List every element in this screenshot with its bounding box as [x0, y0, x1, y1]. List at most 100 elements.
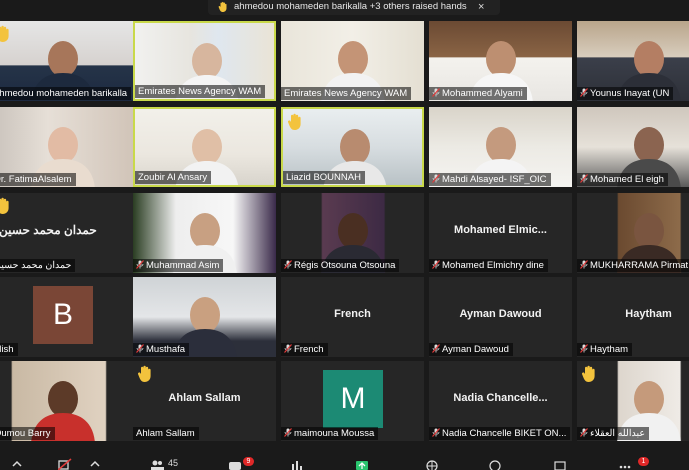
- participant-name: Emirates News Agency WAM: [284, 88, 408, 99]
- muted-mic-icon: [284, 428, 294, 439]
- reactions-icon[interactable]: [488, 458, 502, 470]
- participant-name-label: ahmedou mohameden barikalla: [0, 87, 132, 100]
- more-badge: 1: [638, 457, 649, 466]
- participant-name: Mohamed El eigh: [590, 174, 664, 185]
- raised-hand-icon: [581, 365, 597, 383]
- close-notification-button[interactable]: ×: [478, 0, 484, 14]
- participant-name-label: Musthafa: [133, 343, 190, 356]
- participant-name-label: Emirates News Agency WAM: [281, 87, 412, 100]
- share-screen-icon[interactable]: [355, 458, 369, 470]
- participant-tile[interactable]: MUKHARRAMA Pirmat: [577, 193, 689, 273]
- participant-tile[interactable]: Oumou Barry: [0, 361, 134, 441]
- participant-name-label: Mohammed Alyami: [429, 87, 527, 100]
- participant-name: ahmedou mohameden barikalla: [0, 88, 128, 99]
- participant-tile[interactable]: Mahdi Alsayed- ISF_OIC: [429, 107, 572, 187]
- participant-name: glish: [0, 344, 14, 355]
- participant-tile[interactable]: Haytham Haytham: [577, 277, 689, 357]
- muted-mic-icon: [580, 428, 590, 439]
- muted-mic-icon: [284, 260, 294, 271]
- participant-name: Liazid BOUNNAH: [286, 172, 361, 183]
- chevron-up-icon[interactable]: [88, 458, 102, 470]
- participant-tile[interactable]: Ayman Dawoud Ayman Dawoud: [429, 277, 572, 357]
- stop-video-icon[interactable]: [58, 458, 72, 470]
- participant-name-label: Zoubir Al Ansary: [135, 171, 212, 184]
- participant-tile[interactable]: Emirates News Agency WAM: [281, 21, 424, 101]
- participant-tile[interactable]: Emirates News Agency WAM: [133, 21, 276, 101]
- participant-name: Ayman Dawoud: [442, 344, 509, 355]
- participants-icon[interactable]: [150, 458, 164, 470]
- muted-mic-icon: [580, 174, 590, 185]
- participant-name: Mohammed Alyami: [442, 88, 523, 99]
- apps-icon[interactable]: [553, 458, 567, 470]
- participant-name: Younus Inayat (UN: [590, 88, 670, 99]
- participant-name: Haytham: [590, 344, 629, 355]
- participant-tile[interactable]: Muhammad Asim: [133, 193, 276, 273]
- participant-display-name: Haytham: [625, 308, 672, 320]
- participant-name-label: Mohamed Elmichry dine: [429, 259, 548, 272]
- participant-name: Zoubir Al Ansary: [138, 172, 208, 183]
- participant-name: Musthafa: [146, 344, 186, 355]
- participant-tile[interactable]: Younus Inayat (UN: [577, 21, 689, 101]
- participant-tile[interactable]: Mohamed Elmic... Mohamed Elmichry dine: [429, 193, 572, 273]
- more-icon[interactable]: [618, 458, 632, 470]
- hand-raise-notification[interactable]: ahmedou mohameden barikalla +3 others ra…: [208, 0, 500, 15]
- participant-display-name: حمدان محمد حسين: [0, 223, 97, 237]
- muted-mic-icon: [432, 174, 442, 185]
- raised-hand-icon: [0, 25, 11, 43]
- globe-icon[interactable]: [425, 458, 439, 470]
- participant-display-name: Nadia Chancelle...: [453, 392, 548, 404]
- participant-name: حمدان محمد حسين: [0, 260, 72, 271]
- participant-tile[interactable]: ahmedou mohameden barikalla: [0, 21, 134, 101]
- participant-name-label: عبدالله العقلاء: [577, 427, 649, 440]
- participant-tile[interactable]: Zoubir Al Ansary: [133, 107, 276, 187]
- participant-tile[interactable]: حمدان محمد حسين حمدان محمد حسين: [0, 193, 134, 273]
- participant-name-label: Muhammad Asim: [133, 259, 224, 272]
- participant-tile[interactable]: Musthafa: [133, 277, 276, 357]
- participant-tile[interactable]: Ahlam Sallam Ahlam Sallam: [133, 361, 276, 441]
- participant-name: Régis Otsouna Otsouna: [294, 260, 396, 271]
- muted-mic-icon: [136, 260, 146, 271]
- raised-hand-icon: [287, 113, 303, 131]
- participant-name-label: Régis Otsouna Otsouna: [281, 259, 400, 272]
- chevron-up-icon[interactable]: [10, 458, 24, 470]
- participant-name-label: Ahlam Sallam: [133, 427, 199, 440]
- participant-display-name: Mohamed Elmic...: [454, 224, 547, 236]
- participant-tile[interactable]: Mohammed Alyami: [429, 21, 572, 101]
- participant-tile[interactable]: French French: [281, 277, 424, 357]
- chat-icon[interactable]: [228, 458, 242, 470]
- participant-avatar: B: [33, 286, 93, 344]
- muted-mic-icon: [580, 260, 590, 271]
- participant-name: Ahlam Sallam: [136, 428, 195, 439]
- participant-name-label: Ayman Dawoud: [429, 343, 513, 356]
- participant-name-label: Haytham: [577, 343, 633, 356]
- participant-name-label: Mohamed El eigh: [577, 173, 668, 186]
- participant-tile[interactable]: Bglish: [0, 277, 134, 357]
- participant-tile[interactable]: Dr. FatimaAlsalem: [0, 107, 134, 187]
- participant-tile[interactable]: Mmaimouna Moussa: [281, 361, 424, 441]
- participant-tile[interactable]: Liazid BOUNNAH: [281, 107, 424, 187]
- participant-name: MUKHARRAMA Pirmat: [590, 260, 689, 271]
- participant-name-label: Emirates News Agency WAM: [135, 85, 266, 98]
- muted-mic-icon: [580, 88, 590, 99]
- participant-tile[interactable]: Mohamed El eigh: [577, 107, 689, 187]
- participant-name: Dr. FatimaAlsalem: [0, 174, 72, 185]
- participant-name: Emirates News Agency WAM: [138, 86, 262, 97]
- participant-name-label: Oumou Barry: [0, 427, 55, 440]
- participant-name: French: [294, 344, 324, 355]
- participant-tile[interactable]: عبدالله العقلاء: [577, 361, 689, 441]
- participant-name-label: French: [281, 343, 328, 356]
- muted-mic-icon: [284, 344, 294, 355]
- participants-count: 45: [168, 458, 179, 468]
- participant-name: عبدالله العقلاء: [590, 428, 645, 439]
- polls-icon[interactable]: [290, 458, 304, 470]
- participant-tile[interactable]: Régis Otsouna Otsouna: [281, 193, 424, 273]
- participant-display-name: Ayman Dawoud: [459, 308, 542, 320]
- notification-text: ahmedou mohameden barikalla +3 others ra…: [234, 1, 467, 12]
- participant-tile[interactable]: Nadia Chancelle... Nadia Chancelle BIKET …: [429, 361, 572, 441]
- participant-name: maimouna Moussa: [294, 428, 375, 439]
- raised-hand-icon: [0, 197, 11, 215]
- participant-name-label: Dr. FatimaAlsalem: [0, 173, 76, 186]
- participant-display-name: Ahlam Sallam: [168, 392, 241, 404]
- participant-name: Oumou Barry: [0, 428, 51, 439]
- participant-name: Mahdi Alsayed- ISF_OIC: [442, 174, 547, 185]
